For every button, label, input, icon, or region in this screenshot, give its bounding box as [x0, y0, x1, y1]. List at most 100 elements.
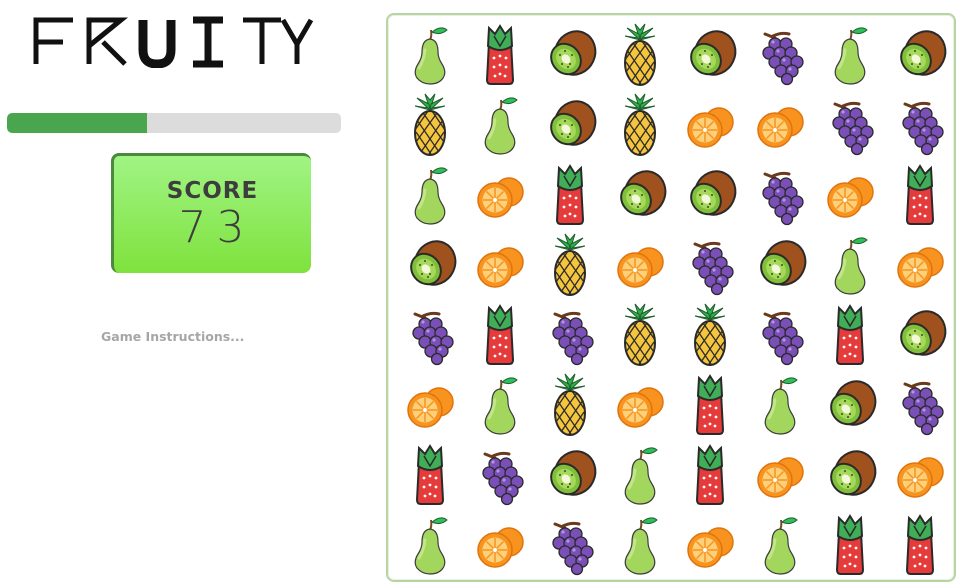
- fruit-tile-pear[interactable]: [465, 90, 535, 160]
- pineapple-icon: [414, 93, 446, 156]
- fruit-tile-orange[interactable]: [605, 230, 675, 300]
- fruit-tile-orange[interactable]: [465, 160, 535, 230]
- fruit-tile-pear[interactable]: [465, 370, 535, 440]
- fruit-tile-grapes[interactable]: [885, 90, 955, 160]
- kiwi-icon: [690, 30, 737, 76]
- fruit-tile-pineapple[interactable]: [395, 90, 465, 160]
- kiwi-icon: [550, 30, 597, 76]
- orange-icon: [477, 177, 524, 218]
- fruit-tile-strawberry[interactable]: [815, 300, 885, 370]
- strawberry-icon: [695, 374, 725, 435]
- fruit-tile-grapes[interactable]: [885, 370, 955, 440]
- fruit-tile-orange[interactable]: [675, 90, 745, 160]
- fruit-tile-pineapple[interactable]: [675, 300, 745, 370]
- strawberry-icon: [905, 514, 935, 575]
- fruit-tile-pear[interactable]: [815, 230, 885, 300]
- fruit-tile-pineapple[interactable]: [535, 230, 605, 300]
- fruit-tile-orange[interactable]: [885, 440, 955, 510]
- fruit-tile-orange[interactable]: [675, 510, 745, 580]
- fruit-tile-grapes[interactable]: [395, 300, 465, 370]
- fruit-tile-strawberry[interactable]: [675, 440, 745, 510]
- fruit-tile-grapes[interactable]: [745, 160, 815, 230]
- orange-icon: [407, 387, 454, 428]
- fruit-tile-grapes[interactable]: [675, 230, 745, 300]
- fruit-tile-kiwi[interactable]: [815, 370, 885, 440]
- fruit-tile-grapes[interactable]: [535, 300, 605, 370]
- pineapple-icon: [554, 373, 586, 436]
- grapes-icon: [832, 101, 874, 156]
- fruit-tile-kiwi[interactable]: [535, 440, 605, 510]
- fruit-tile-pear[interactable]: [395, 20, 465, 90]
- fruit-tile-kiwi[interactable]: [605, 160, 675, 230]
- fruit-tile-pineapple[interactable]: [535, 370, 605, 440]
- fruit-tile-kiwi[interactable]: [395, 230, 465, 300]
- grapes-icon: [762, 31, 804, 86]
- fruit-tile-pear[interactable]: [745, 510, 815, 580]
- pear-icon: [764, 517, 798, 575]
- fruit-tile-strawberry[interactable]: [885, 510, 955, 580]
- fruit-tile-orange[interactable]: [815, 160, 885, 230]
- fruit-tile-strawberry[interactable]: [675, 370, 745, 440]
- fruit-tile-kiwi[interactable]: [675, 160, 745, 230]
- fruit-tile-orange[interactable]: [465, 230, 535, 300]
- fruit-tile-grapes[interactable]: [535, 510, 605, 580]
- fruit-tile-kiwi[interactable]: [535, 90, 605, 160]
- fruit-tile-kiwi[interactable]: [675, 20, 745, 90]
- game-instructions-link[interactable]: Game Instructions...: [101, 329, 244, 344]
- fruit-tile-orange[interactable]: [745, 440, 815, 510]
- fruit-tile-orange[interactable]: [395, 370, 465, 440]
- fruit-tile-kiwi[interactable]: [745, 230, 815, 300]
- game-board: [386, 13, 956, 582]
- orange-icon: [477, 527, 524, 568]
- fruit-tile-orange[interactable]: [885, 230, 955, 300]
- grapes-icon: [902, 381, 944, 436]
- fruit-tile-pear[interactable]: [395, 160, 465, 230]
- fruit-tile-grapes[interactable]: [465, 440, 535, 510]
- fruit-tile-kiwi[interactable]: [885, 300, 955, 370]
- fruit-tile-grapes[interactable]: [745, 300, 815, 370]
- fruit-tile-grapes[interactable]: [815, 90, 885, 160]
- fruit-tile-strawberry[interactable]: [465, 300, 535, 370]
- orange-icon: [827, 177, 874, 218]
- fruit-tile-pear[interactable]: [395, 510, 465, 580]
- orange-icon: [687, 107, 734, 148]
- pear-icon: [484, 377, 518, 435]
- fruit-tile-kiwi[interactable]: [815, 440, 885, 510]
- grapes-icon: [482, 451, 524, 506]
- fruit-tile-pear[interactable]: [815, 20, 885, 90]
- kiwi-icon: [900, 30, 947, 76]
- score-panel: SCORE 73: [111, 153, 311, 273]
- pineapple-icon: [624, 23, 656, 86]
- fruit-tile-pineapple[interactable]: [605, 90, 675, 160]
- progress-fill: [7, 113, 148, 133]
- fruit-tile-pear[interactable]: [745, 370, 815, 440]
- fruit-tile-strawberry[interactable]: [535, 160, 605, 230]
- fruit-tile-strawberry[interactable]: [815, 510, 885, 580]
- score-value: 73: [178, 202, 255, 253]
- strawberry-icon: [485, 304, 515, 365]
- fruit-tile-orange[interactable]: [745, 90, 815, 160]
- fruit-tile-kiwi[interactable]: [885, 20, 955, 90]
- kiwi-icon: [550, 100, 597, 146]
- kiwi-icon: [760, 240, 807, 286]
- fruit-tile-grapes[interactable]: [745, 20, 815, 90]
- fruit-tile-pear[interactable]: [605, 440, 675, 510]
- pear-icon: [834, 237, 868, 295]
- kiwi-icon: [620, 170, 667, 216]
- grapes-icon: [552, 521, 594, 576]
- fruit-tile-kiwi[interactable]: [535, 20, 605, 90]
- grapes-icon: [762, 311, 804, 366]
- progress-bar: [7, 113, 341, 133]
- strawberry-icon: [485, 24, 515, 85]
- fruit-tile-pineapple[interactable]: [605, 300, 675, 370]
- fruit-tile-pear[interactable]: [605, 510, 675, 580]
- fruit-tile-strawberry[interactable]: [395, 440, 465, 510]
- pineapple-icon: [624, 93, 656, 156]
- fruit-tile-strawberry[interactable]: [885, 160, 955, 230]
- fruit-tile-orange[interactable]: [605, 370, 675, 440]
- fruit-tile-strawberry[interactable]: [465, 20, 535, 90]
- fruit-tile-orange[interactable]: [465, 510, 535, 580]
- orange-icon: [897, 247, 944, 288]
- kiwi-icon: [410, 240, 457, 286]
- fruit-tile-pineapple[interactable]: [605, 20, 675, 90]
